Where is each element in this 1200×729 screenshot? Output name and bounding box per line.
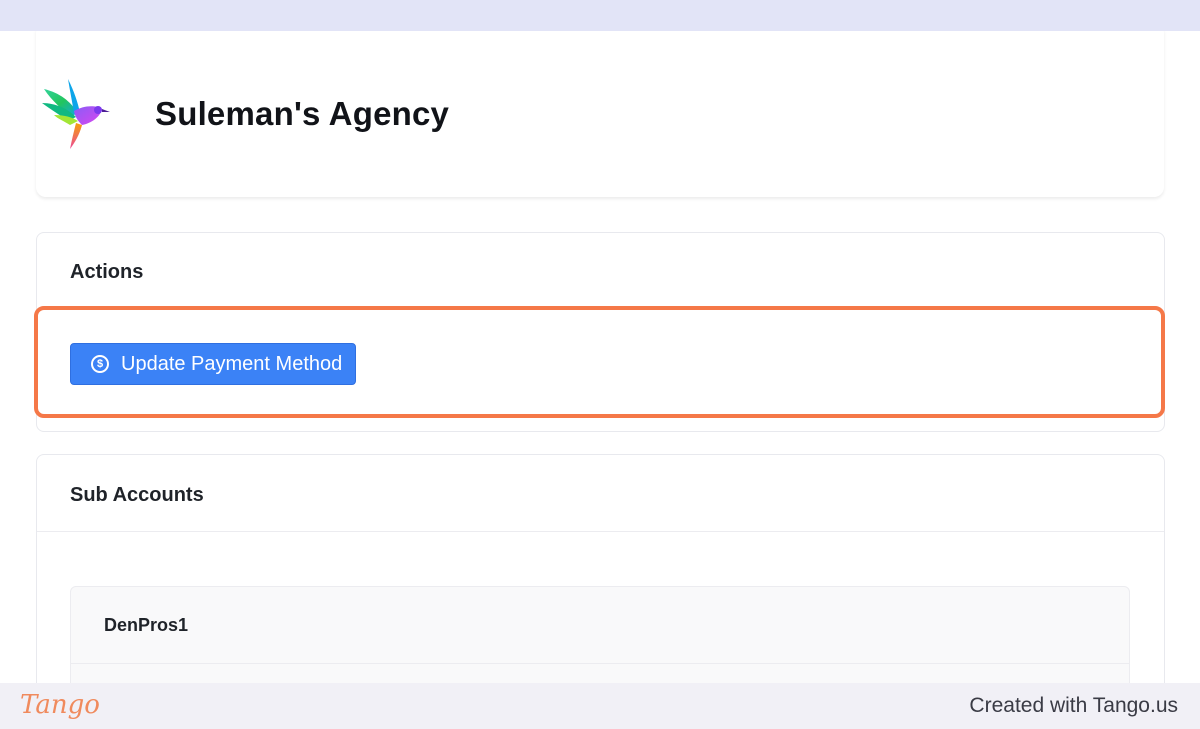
- sub-account-item[interactable]: DenPros1: [70, 586, 1130, 683]
- page-frame: Suleman's Agency Actions $ Update Paymen…: [2, 31, 1198, 683]
- divider: [71, 663, 1129, 664]
- created-with-text[interactable]: Created with Tango.us: [969, 694, 1178, 718]
- hummingbird-logo: [42, 79, 110, 149]
- footer-bar: Tango Created with Tango.us: [0, 683, 1200, 729]
- sub-account-name: DenPros1: [104, 615, 189, 635]
- agency-header-card: Suleman's Agency: [36, 31, 1164, 197]
- divider: [37, 531, 1164, 532]
- step-highlight-box: [34, 306, 1165, 418]
- tango-logo[interactable]: Tango: [20, 690, 100, 720]
- sub-accounts-title: Sub Accounts: [70, 484, 204, 506]
- actions-title: Actions: [70, 261, 144, 283]
- sub-accounts-card: Sub Accounts DenPros1: [36, 454, 1165, 683]
- top-bar: [0, 0, 1200, 31]
- agency-name-title: Suleman's Agency: [155, 95, 450, 132]
